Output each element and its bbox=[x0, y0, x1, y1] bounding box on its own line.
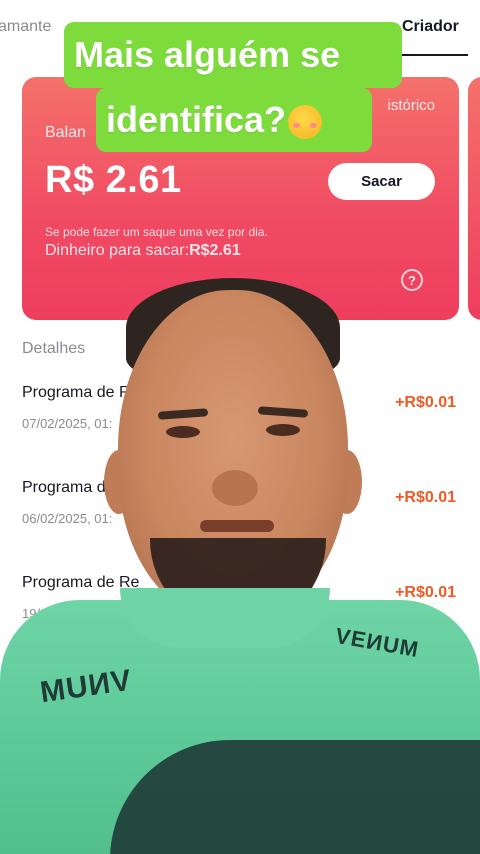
woozy-face-icon bbox=[288, 105, 323, 140]
mouth bbox=[200, 520, 274, 532]
balance-label: Balan bbox=[45, 124, 86, 141]
caption-line-2: identifica? bbox=[96, 88, 372, 152]
active-tab-indicator bbox=[392, 54, 468, 56]
right-eye bbox=[266, 424, 300, 436]
withdraw-note: Se pode fazer um saque uma vez por dia. bbox=[45, 225, 268, 239]
person-overlay: MUИV VEИUM bbox=[0, 270, 480, 854]
withdraw-button[interactable]: Sacar bbox=[328, 163, 435, 200]
caption-line-2-text: identifica? bbox=[106, 99, 287, 140]
shirt-collar bbox=[120, 588, 330, 648]
history-link[interactable]: istórico bbox=[387, 97, 435, 114]
left-eye bbox=[166, 426, 200, 438]
tab-criador[interactable]: Criador bbox=[402, 18, 459, 36]
balance-amount: R$ 2.61 bbox=[45, 159, 182, 201]
caption-line-1: Mais alguém se bbox=[64, 22, 402, 88]
tab-diamante[interactable]: amante bbox=[0, 18, 51, 36]
nose bbox=[212, 470, 258, 506]
available-label: Dinheiro para sacar: bbox=[45, 242, 190, 259]
available-to-withdraw: Dinheiro para sacar:R$2.61 bbox=[45, 242, 241, 260]
available-value: R$2.61 bbox=[189, 242, 241, 259]
